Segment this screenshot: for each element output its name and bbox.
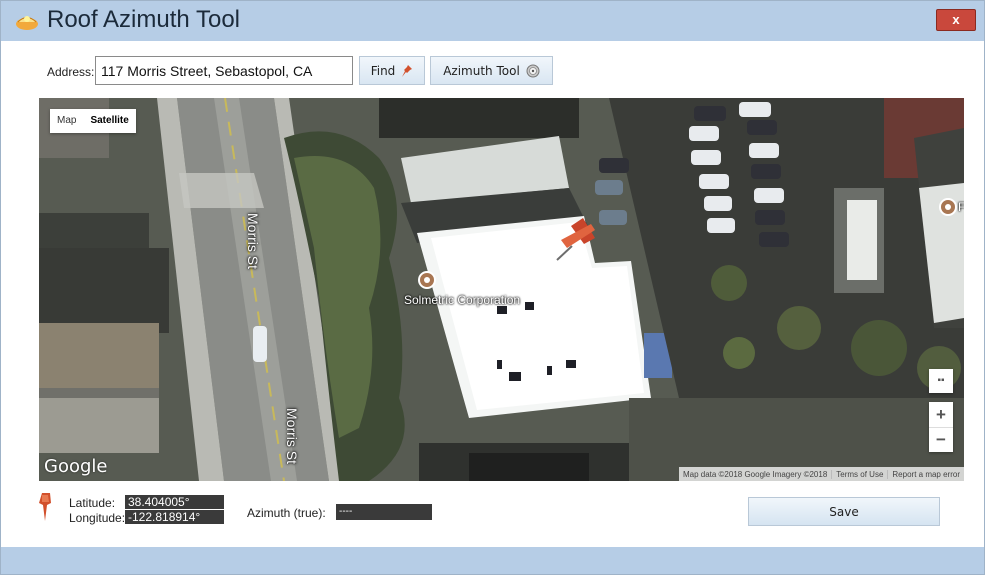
- pushpin-icon: [39, 493, 51, 521]
- save-button[interactable]: Save: [748, 497, 940, 526]
- zoom-out-button[interactable]: −: [929, 428, 953, 452]
- attribution-text: Map data ©2018 Google Imagery ©2018: [682, 469, 828, 479]
- satellite-imagery: [39, 98, 964, 481]
- longitude-value: -122.818914°: [125, 510, 224, 524]
- compass-icon: [526, 64, 540, 77]
- app-window: Roof Azimuth Tool x Address: Find Azimut…: [0, 0, 985, 575]
- street-view-button[interactable]: ▪▪: [929, 369, 953, 393]
- find-label: Find: [370, 63, 396, 78]
- street-label: Morris St: [284, 408, 300, 464]
- address-label: Address:: [47, 65, 95, 79]
- place-label: Solmetric Corporation: [404, 293, 521, 307]
- find-button[interactable]: Find: [359, 56, 425, 85]
- window-title: Roof Azimuth Tool: [47, 6, 240, 33]
- address-input[interactable]: [95, 56, 353, 85]
- latitude-label: Latitude:: [69, 496, 116, 510]
- map-type-control: Map Satellite: [50, 109, 136, 133]
- map-type-satellite-button[interactable]: Satellite: [83, 109, 135, 133]
- street-label: Morris St: [245, 213, 261, 269]
- map-type-map-button[interactable]: Map: [50, 109, 83, 133]
- map-attribution: Map data ©2018 Google Imagery ©2018 Term…: [678, 467, 964, 481]
- app-logo-icon: [16, 16, 38, 30]
- pushpin-icon: [402, 64, 413, 77]
- azimuth-label: Azimuth (true):: [247, 506, 326, 520]
- title-bar: Roof Azimuth Tool x: [1, 1, 984, 41]
- zoom-in-button[interactable]: +: [929, 402, 953, 428]
- satellite-map[interactable]: Map Satellite Morris St Morris St Solmet…: [39, 98, 964, 481]
- longitude-label: Longitude:: [69, 511, 126, 525]
- azimuth-tool-label: Azimuth Tool: [443, 63, 520, 78]
- grid-icon: ▪▪: [937, 375, 945, 386]
- azimuth-value: ----: [336, 504, 432, 520]
- close-button[interactable]: x: [936, 9, 976, 31]
- place-label-edge: F: [958, 200, 964, 214]
- status-bar: [1, 547, 984, 574]
- azimuth-tool-button[interactable]: Azimuth Tool: [430, 56, 553, 85]
- google-logo: Google: [44, 456, 108, 477]
- latitude-value: 38.404005°: [125, 495, 224, 509]
- zoom-control: + −: [929, 402, 953, 452]
- terms-link[interactable]: Terms of Use: [831, 469, 887, 479]
- report-map-error-link[interactable]: Report a map error: [887, 469, 964, 479]
